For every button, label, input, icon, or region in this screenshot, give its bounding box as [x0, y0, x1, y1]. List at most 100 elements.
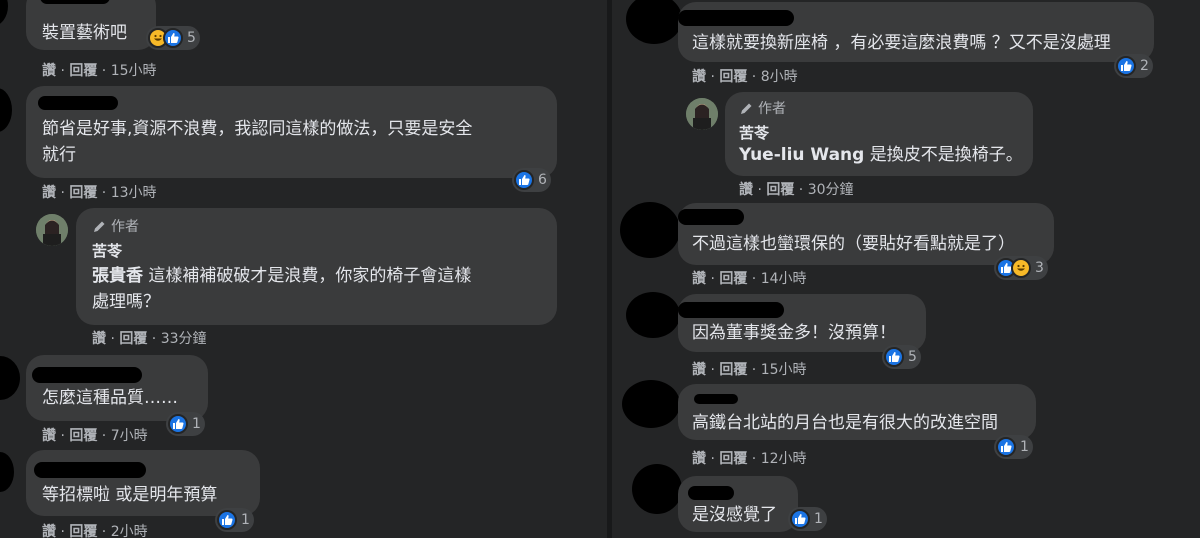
redacted-name [678, 10, 794, 26]
comment-meta: 讚 · 回覆 · 15小時 [42, 63, 157, 79]
reaction-number: 5 [187, 30, 196, 46]
thumbs-up-icon [163, 28, 183, 48]
redacted-name [694, 394, 738, 404]
reaction-number: 3 [1035, 260, 1044, 276]
comment-text: 等招標啦 或是明年預算 [42, 485, 218, 505]
reaction-number: 1 [1020, 439, 1029, 455]
comment-text: Yue-liu Wang 是換皮不是換椅子。 [739, 145, 1023, 165]
comment-bubble: 這樣就要換新座椅 ，有必要這麼浪費嗎 ？又不是沒處理 [678, 2, 1154, 62]
comment-meta: 讚 · 回覆 · 14小時 [692, 271, 807, 287]
reply-link[interactable]: 回覆 [69, 524, 97, 538]
like-link[interactable]: 讚 [92, 331, 106, 347]
like-link[interactable]: 讚 [739, 182, 753, 198]
redacted-avatar [0, 452, 14, 492]
like-link[interactable]: 讚 [42, 63, 56, 79]
like-link[interactable]: 讚 [42, 524, 56, 538]
comment-text: 高鐵台北站的月台也是有很大的改進空間 [692, 413, 998, 433]
timestamp[interactable]: 30分鐘 [808, 182, 854, 198]
comment-meta: 讚 · 回覆 · 13小時 [42, 185, 157, 201]
redacted-avatar [632, 464, 682, 514]
reaction-count[interactable]: 5 [146, 26, 200, 50]
reaction-count[interactable]: 6 [512, 168, 551, 192]
author-avatar[interactable] [686, 98, 718, 130]
comment-bubble: 高鐵台北站的月台也是有很大的改進空間 [678, 384, 1036, 440]
comment-text: 是沒感覺了 [692, 505, 777, 525]
reaction-count[interactable]: 1 [788, 507, 827, 531]
laughing-face-icon [1011, 258, 1031, 278]
thumbs-up-icon [996, 437, 1016, 457]
author-avatar[interactable] [36, 214, 68, 246]
comment-text: 因為董事獎金多！沒預算！ [692, 323, 896, 343]
reply-link[interactable]: 回覆 [719, 362, 747, 378]
timestamp[interactable]: 15小時 [761, 362, 807, 378]
like-link[interactable]: 讚 [42, 428, 56, 444]
comment-meta: 讚 · 回覆 · 7小時 [42, 428, 148, 444]
redacted-name [34, 462, 146, 478]
reply-link[interactable]: 回覆 [766, 182, 794, 198]
comment-text: 裝置藝術吧 [42, 23, 127, 43]
comment-meta: 讚 · 回覆 · 33分鐘 [92, 331, 207, 347]
reaction-count[interactable]: 2 [1114, 54, 1153, 78]
comment-column-right: 這樣就要換新座椅 ，有必要這麼浪費嗎 ？又不是沒處理 2 讚 · 回覆 · 8小… [612, 0, 1200, 538]
timestamp[interactable]: 12小時 [761, 451, 807, 467]
like-link[interactable]: 讚 [692, 451, 706, 467]
reply-link[interactable]: 回覆 [719, 69, 747, 85]
timestamp[interactable]: 33分鐘 [161, 331, 207, 347]
redacted-avatar [0, 0, 8, 26]
pencil-icon [741, 103, 752, 114]
like-link[interactable]: 讚 [42, 185, 56, 201]
reaction-count[interactable]: 1 [215, 508, 254, 532]
comment-text: 怎麼這種品質…… [42, 388, 178, 408]
redacted-avatar [620, 202, 680, 258]
timestamp[interactable]: 7小時 [111, 428, 148, 444]
pencil-icon [94, 221, 105, 232]
timestamp[interactable]: 8小時 [761, 69, 798, 85]
author-badge: 作者 [739, 100, 786, 118]
reply-link[interactable]: 回覆 [69, 185, 97, 201]
redacted-name [40, 0, 110, 4]
reaction-number: 1 [814, 511, 823, 527]
reply-link[interactable]: 回覆 [719, 271, 747, 287]
thumbs-up-icon [884, 347, 904, 367]
thumbs-up-icon [168, 414, 188, 434]
like-link[interactable]: 讚 [692, 362, 706, 378]
author-name[interactable]: 苦苓 [739, 124, 769, 142]
redacted-avatar [626, 0, 682, 44]
reaction-count[interactable]: 1 [994, 435, 1033, 459]
reply-link[interactable]: 回覆 [69, 63, 97, 79]
redacted-avatar [626, 292, 680, 338]
redacted-name [38, 96, 118, 110]
reaction-number: 1 [192, 416, 201, 432]
timestamp[interactable]: 13小時 [111, 185, 157, 201]
comment-bubble: 等招標啦 或是明年預算 [26, 450, 260, 516]
reply-link[interactable]: 回覆 [719, 451, 747, 467]
thumbs-up-icon [217, 510, 237, 530]
redacted-name [678, 209, 744, 225]
author-reply-bubble: 作者 苦苓 Yue-liu Wang 是換皮不是換椅子。 [725, 92, 1033, 176]
comment-bubble: 裝置藝術吧 [26, 0, 156, 50]
comment-bubble: 是沒感覺了 [678, 476, 798, 532]
comment-bubble: 因為董事獎金多！沒預算！ [678, 294, 926, 352]
redacted-avatar [622, 380, 680, 428]
redacted-name [32, 367, 142, 383]
thumbs-up-icon [790, 509, 810, 529]
timestamp[interactable]: 14小時 [761, 271, 807, 287]
comment-bubble: 節省是好事,資源不浪費，我認同這樣的做法，只要是安全 就行 [26, 86, 557, 178]
like-link[interactable]: 讚 [692, 271, 706, 287]
mention-link[interactable]: 張貴香 [92, 266, 143, 286]
reply-link[interactable]: 回覆 [119, 331, 147, 347]
like-link[interactable]: 讚 [692, 69, 706, 85]
comment-column-left: 裝置藝術吧 5 讚 · 回覆 · 15小時 節省是好事,資源不浪費，我認同這樣的… [0, 0, 607, 538]
timestamp[interactable]: 2小時 [111, 524, 148, 538]
redacted-avatar [0, 356, 20, 400]
redacted-name [678, 302, 784, 318]
reply-link[interactable]: 回覆 [69, 428, 97, 444]
comment-bubble: 不過這樣也蠻環保的（要貼好看點就是了） [678, 203, 1054, 265]
mention-link[interactable]: Yue-liu Wang [739, 145, 864, 165]
timestamp[interactable]: 15小時 [111, 63, 157, 79]
author-name[interactable]: 苦苓 [92, 242, 122, 260]
reaction-count[interactable]: 5 [882, 345, 921, 369]
reaction-count[interactable]: 1 [166, 412, 205, 436]
reaction-count[interactable]: 3 [994, 256, 1048, 280]
reaction-number: 1 [241, 512, 250, 528]
